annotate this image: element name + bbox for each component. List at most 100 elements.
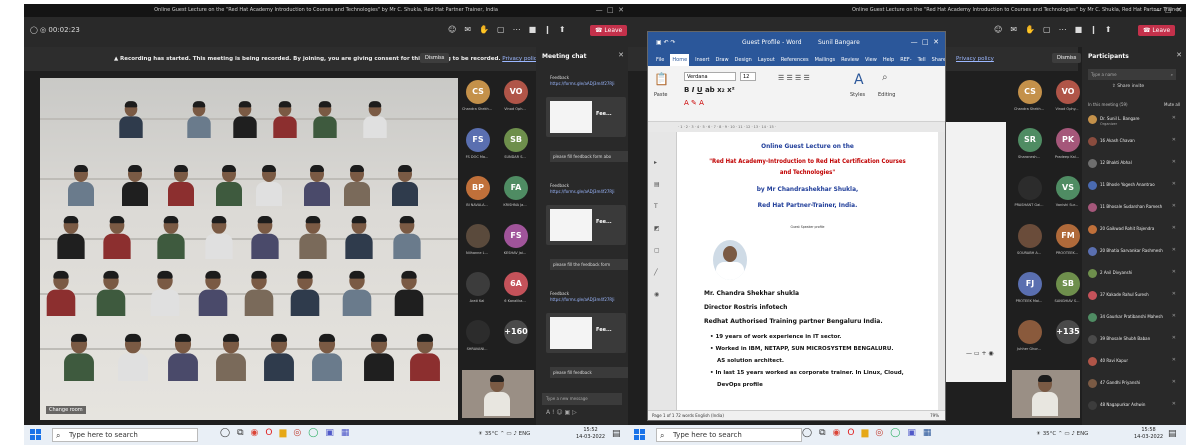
taskbar-search[interactable]: ⌕ Type here to search (656, 428, 802, 442)
word-tab[interactable]: REF-N-W (900, 54, 911, 75)
participant-row[interactable]: 2 Anil Divyanshi ✕ (1088, 267, 1180, 287)
privacy-policy-link[interactable]: Privacy policy (956, 56, 994, 62)
more-icon[interactable]: ⋯ (1059, 25, 1067, 34)
participant-tile[interactable]: VS Vanishi Sur... (1050, 174, 1084, 212)
chrome-icon[interactable]: ◉ (251, 428, 259, 438)
task-view-icon[interactable]: ⧉ (819, 428, 825, 438)
windows-start-icon[interactable] (30, 429, 41, 440)
format-buttons[interactable]: B I U ab x₂ x² (684, 86, 735, 94)
participant-row[interactable]: 47 Gandhi Priyanshi ✕ (1088, 377, 1180, 397)
participant-row[interactable]: Dr. Sunil L. Bangare Organizer ✕ (1088, 113, 1180, 133)
form-preview-card[interactable]: Fee... (546, 205, 626, 245)
participant-tile[interactable]: 6A 6 Kanalika... (498, 270, 532, 308)
rooms-icon[interactable]: ▢ (1043, 25, 1051, 34)
participant-tile[interactable]: PK Pradeep Kal... (1050, 126, 1084, 164)
participant-tile[interactable]: Juhher Ghor... (1012, 318, 1046, 356)
hand-icon[interactable]: ✋ (479, 25, 489, 34)
close-icon[interactable]: ✕ (1176, 51, 1182, 59)
mic-icon[interactable]: ❙ (544, 25, 551, 34)
participant-row[interactable]: 16 Akash Chavan ✕ (1088, 135, 1180, 155)
leave-button[interactable]: ☎ Leave (590, 25, 628, 36)
form-preview-card[interactable]: Fee... (546, 313, 626, 353)
tell-me[interactable]: Tell me (918, 54, 926, 75)
window-controls[interactable]: — □ ✕ (596, 4, 624, 17)
chat-message-link[interactable]: https://forms.gle/aADJ3m4f27RJi (550, 81, 628, 86)
font-color-buttons[interactable]: A ✎ A (684, 99, 704, 107)
app-icon[interactable]: ◎ (293, 428, 301, 438)
participant-tile[interactable]: FJ PROTEEK Mai... (1012, 270, 1046, 308)
participant-search[interactable]: Type a name ⌕ (1088, 69, 1176, 80)
app-icon[interactable]: ◎ (875, 428, 883, 438)
participant-row[interactable]: 39 Bhosale Shubh Baban ✕ (1088, 333, 1180, 353)
form-preview-card[interactable]: Fee... (546, 97, 626, 137)
file-explorer-icon[interactable]: ▆ (861, 428, 868, 438)
participant-tile[interactable]: Arati Kal (460, 270, 494, 308)
chat-message-link[interactable]: https://forms.gle/aADJ3m4f27RJi (550, 297, 628, 302)
share-icon[interactable]: ⬆ (1105, 25, 1112, 34)
notifications-icon[interactable]: ▤ (1168, 429, 1177, 439)
dismiss-button[interactable]: Dismiss (1052, 53, 1082, 63)
cortana-icon[interactable]: ◯ (220, 428, 230, 438)
participant-tile[interactable]: VO Vinod Ophy... (1050, 78, 1084, 116)
word-tab[interactable]: References (781, 54, 809, 66)
share-button[interactable]: Share (932, 54, 945, 66)
clock[interactable]: 15:52 14-03-2022 (576, 427, 605, 441)
paragraph-buttons[interactable]: ☰ ☰ ☰ ☰ (778, 74, 810, 82)
attach-icon[interactable]: ! (552, 409, 554, 416)
opera-icon[interactable]: O (265, 428, 272, 438)
window-controls[interactable]: — □ ✕ (1154, 4, 1182, 17)
app-icon[interactable]: ▦ (341, 428, 350, 438)
more-icon[interactable]: ⋯ (513, 25, 521, 34)
share-icon[interactable]: ⬆ (559, 25, 566, 34)
language[interactable]: ENG (519, 431, 531, 437)
clock[interactable]: 15:58 14-03-2022 (1134, 427, 1163, 441)
word-tab[interactable]: Help (883, 54, 894, 66)
styles-icon[interactable]: A (854, 72, 864, 88)
word-tab[interactable]: File (656, 54, 664, 66)
participant-row[interactable]: 34 Gaurkar Pratibanshi Mahesh ✕ (1088, 311, 1180, 331)
participant-row[interactable]: 11 Bhosale Sudarshan Ramesh ✕ (1088, 201, 1180, 221)
word-tab[interactable]: Design (735, 54, 752, 66)
participant-row[interactable]: 20 Gaikwad Rohit Rajendra ✕ (1088, 223, 1180, 243)
font-size-select[interactable]: 12 (740, 72, 756, 81)
share-invite-button[interactable]: ⇪ Share invite (1112, 84, 1144, 89)
participant-tile[interactable]: BP BI NAVALA... (460, 174, 494, 212)
people-icon[interactable]: ☺ (994, 25, 1002, 34)
windows-start-icon[interactable] (634, 429, 645, 440)
mic-icon[interactable]: ❙ (1090, 25, 1097, 34)
weather-icon[interactable]: ☀ (478, 431, 485, 437)
participant-tile[interactable]: SOURABH A... (1012, 222, 1046, 260)
weather-icon[interactable]: ☀ (1036, 431, 1043, 437)
participant-tile[interactable]: FM PROOTEEK... (1050, 222, 1084, 260)
app-icon[interactable]: ◯ (890, 428, 900, 438)
chat-icon[interactable]: ✉ (464, 25, 471, 34)
leave-button[interactable]: ☎ Leave (1138, 25, 1176, 36)
people-icon[interactable]: ☺ (448, 25, 456, 34)
word-save-icon[interactable]: ▣ ↶ ↷ (656, 39, 676, 46)
task-view-icon[interactable]: ⧉ (237, 428, 243, 438)
participant-tile[interactable]: +135 (1050, 318, 1084, 356)
opera-icon[interactable]: O (847, 428, 854, 438)
send-icon[interactable]: ▷ (572, 409, 577, 416)
word-tab[interactable]: Insert (695, 54, 709, 66)
word-tab[interactable]: View (865, 54, 877, 66)
participant-row[interactable]: 11 Bhosle Yogesh Anantrao ✕ (1088, 179, 1180, 199)
participant-tile[interactable]: Nilhanne L... (460, 222, 494, 260)
format-icon[interactable]: A (546, 409, 550, 416)
participant-row[interactable]: 40 Ravi Kapur ✕ (1088, 355, 1180, 375)
participant-tile[interactable]: SR Sharanesh... (1012, 126, 1046, 164)
chat-icon[interactable]: ✉ (1010, 25, 1017, 34)
word-tab[interactable]: Review (841, 54, 859, 66)
participant-tile[interactable]: SB SANGHIAV S... (1050, 270, 1084, 308)
word-tab[interactable]: Mailings (815, 54, 836, 66)
word-icon[interactable]: ▦ (923, 428, 932, 438)
participant-tile[interactable]: FS KESHAV Jai... (498, 222, 532, 260)
participant-tile[interactable]: +160 (498, 318, 532, 356)
app-icon[interactable]: ◯ (308, 428, 318, 438)
participant-tile[interactable]: SB SUNDAR S... (498, 126, 532, 164)
participant-row[interactable]: 48 Nagapurkar Ashwin ✕ (1088, 399, 1180, 419)
message-input[interactable]: Type a new message (542, 393, 622, 405)
file-explorer-icon[interactable]: ▆ (279, 428, 286, 438)
paste-icon[interactable]: 📋 (654, 72, 669, 86)
chrome-icon[interactable]: ◉ (833, 428, 841, 438)
